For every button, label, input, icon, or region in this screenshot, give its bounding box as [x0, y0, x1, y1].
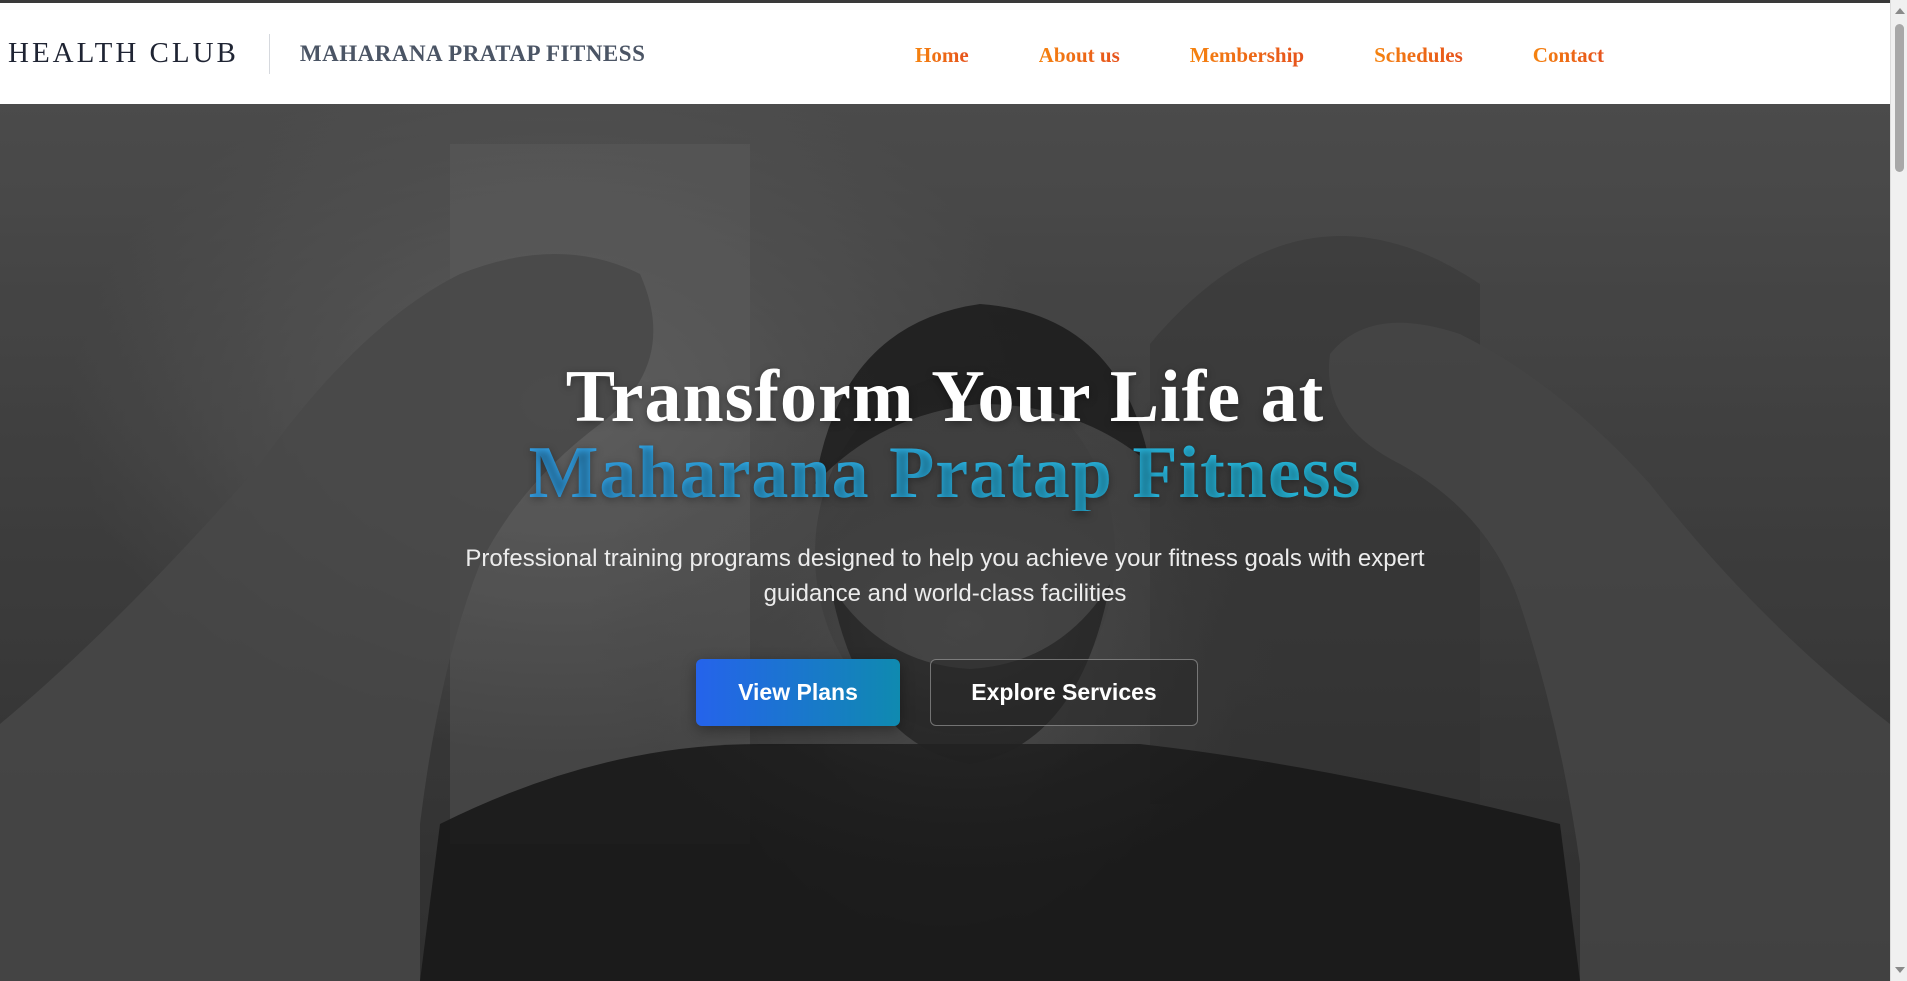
hero-title-line-1: Transform Your Life at [565, 356, 1325, 438]
page: HEALTH CLUB MAHARANA PRATAP FITNESS Home… [0, 0, 1890, 981]
explore-services-button[interactable]: Explore Services [930, 659, 1198, 726]
hero-actions: View Plans Explore Services [0, 659, 1890, 726]
main-nav: Home About us Membership Schedules Conta… [915, 3, 1674, 107]
brand-club-label: HEALTH CLUB [8, 37, 239, 69]
hero-subtitle: Professional training programs designed … [465, 545, 1425, 607]
nav-item-about-us[interactable]: About us [1039, 43, 1120, 68]
nav-item-membership[interactable]: Membership [1190, 43, 1304, 68]
hero-title-line-2: Maharana Pratap Fitness [0, 435, 1890, 511]
brand[interactable]: HEALTH CLUB MAHARANA PRATAP FITNESS [0, 33, 646, 74]
hero-title: Transform Your Life at Maharana Pratap F… [0, 359, 1890, 511]
brand-divider [268, 33, 270, 74]
scrollbar-thumb[interactable] [1895, 24, 1904, 172]
scroll-down-arrow-icon[interactable] [1895, 967, 1905, 973]
nav-item-schedules[interactable]: Schedules [1374, 43, 1463, 68]
nav-item-contact[interactable]: Contact [1533, 43, 1604, 68]
scroll-up-arrow-icon[interactable] [1895, 8, 1905, 14]
brand-name-label: MAHARANA PRATAP FITNESS [299, 40, 646, 66]
vertical-scrollbar[interactable] [1890, 0, 1907, 981]
view-plans-button[interactable]: View Plans [696, 659, 900, 726]
site-header: HEALTH CLUB MAHARANA PRATAP FITNESS Home… [0, 0, 1890, 104]
nav-item-home[interactable]: Home [915, 43, 969, 68]
hero-section: Transform Your Life at Maharana Pratap F… [0, 104, 1890, 981]
hero-content: Transform Your Life at Maharana Pratap F… [0, 359, 1890, 726]
